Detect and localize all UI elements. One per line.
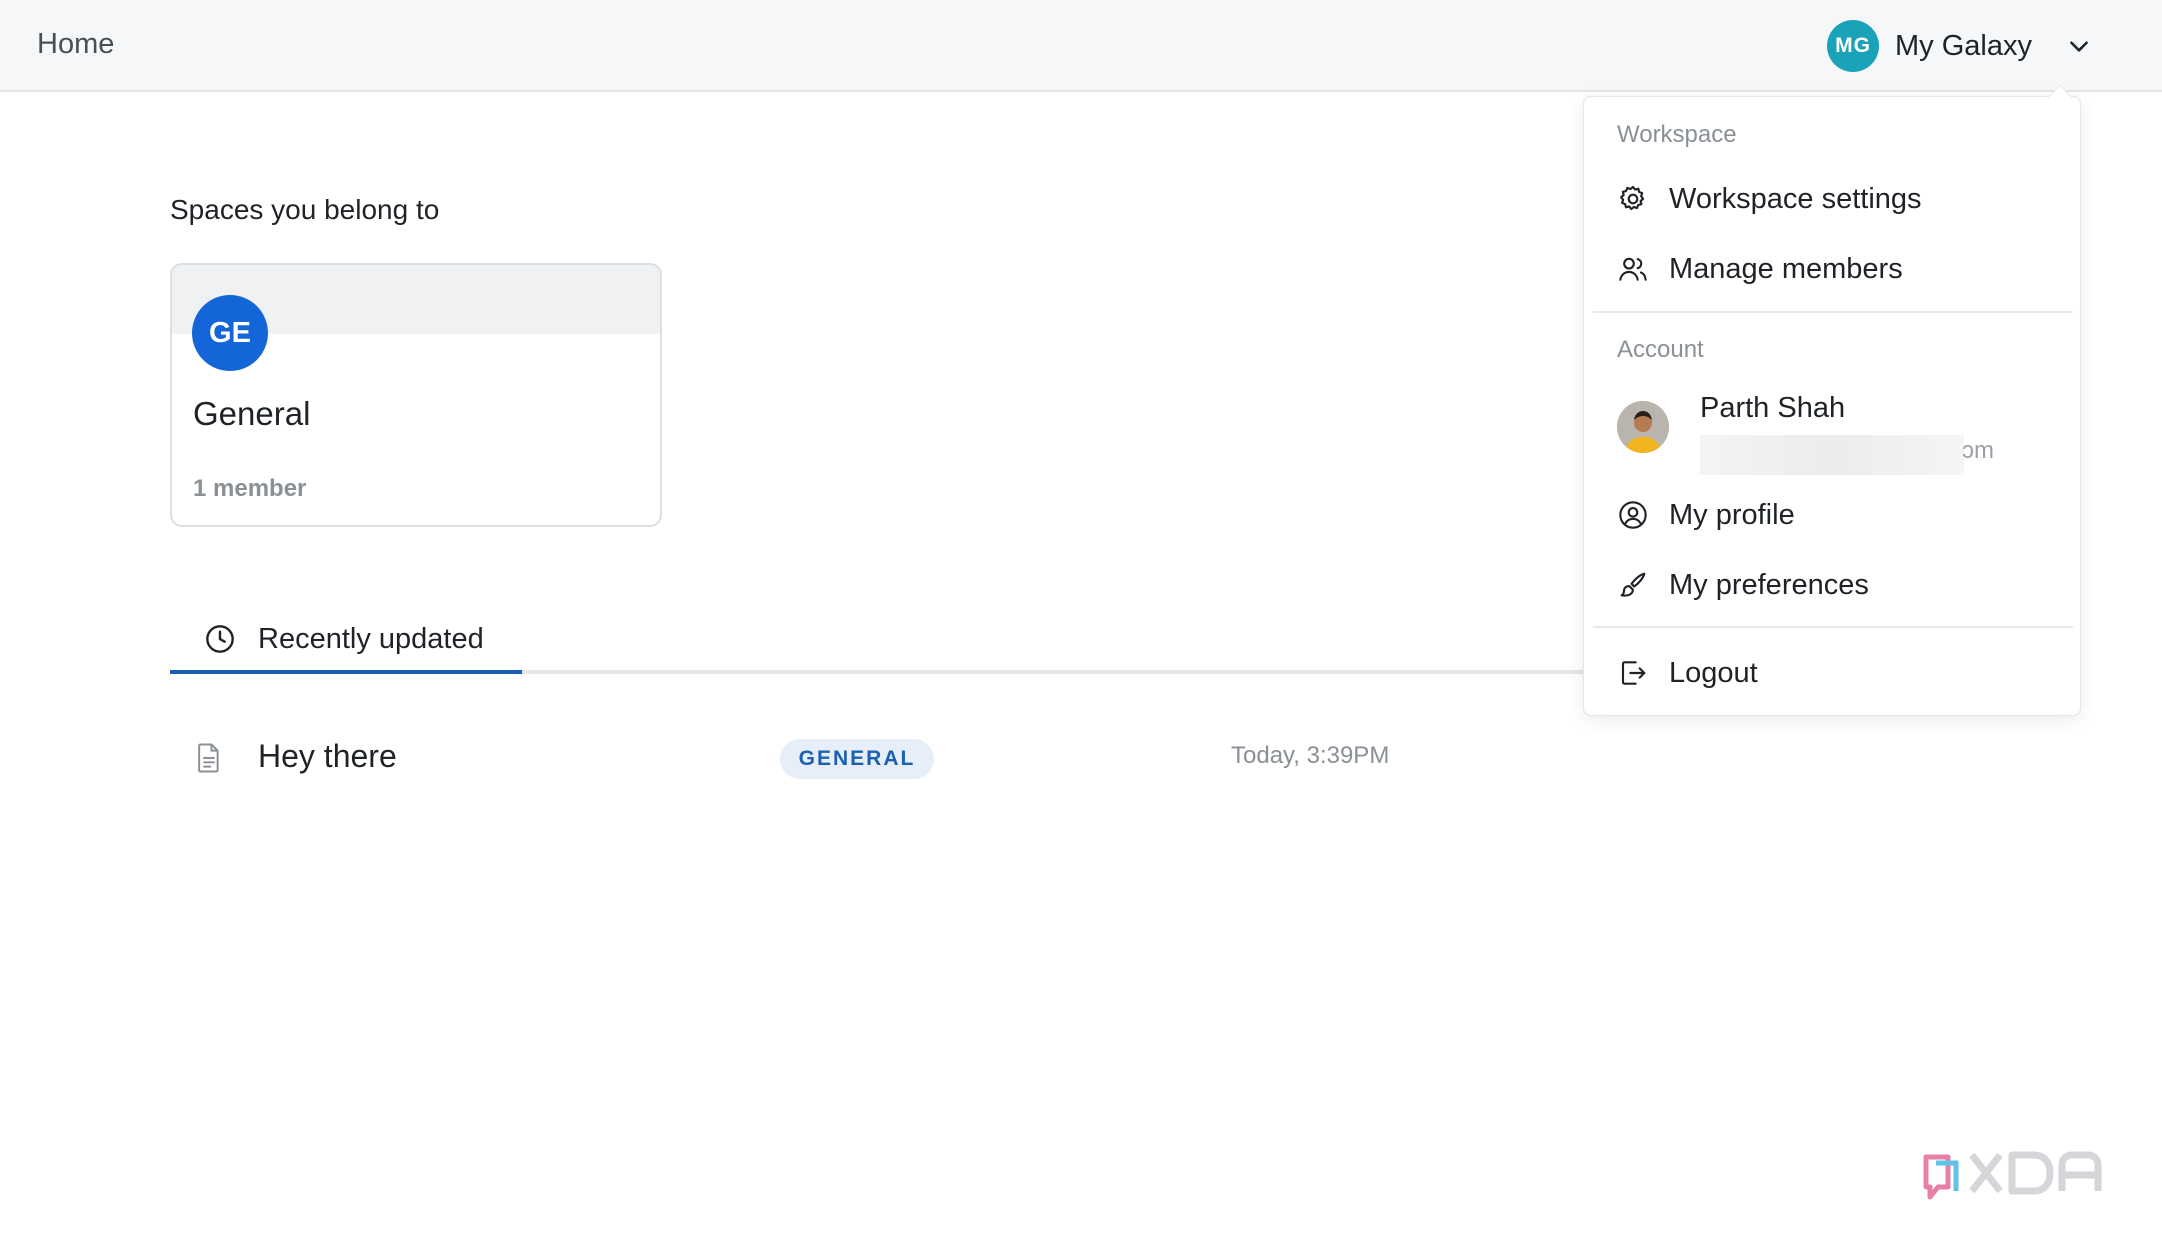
avatar	[1617, 401, 1669, 453]
top-bar: Home MG My Galaxy	[0, 0, 2162, 92]
spaces-section-title: Spaces you belong to	[170, 194, 440, 225]
menu-item-workspace-settings[interactable]: Workspace settings	[1600, 170, 2066, 228]
account-heading: Account	[1617, 336, 1704, 363]
workspace-switcher[interactable]: MG My Galaxy	[1827, 19, 2092, 73]
workspace-name: My Galaxy	[1895, 29, 2032, 62]
active-tab-indicator	[170, 670, 522, 674]
space-card-general[interactable]: GE General 1 member	[170, 263, 662, 527]
table-row[interactable]: Hey there GENERAL Today, 3:39PM	[170, 720, 1590, 796]
menu-item-label: My profile	[1669, 498, 1795, 531]
gear-icon	[1620, 185, 1645, 211]
menu-divider	[1593, 626, 2073, 628]
tab-recently-updated[interactable]: Recently updated	[170, 604, 522, 674]
space-name: General	[193, 395, 311, 432]
user-photo	[1617, 401, 1669, 453]
menu-item-label: Workspace settings	[1669, 182, 1922, 215]
menu-item-logout[interactable]: Logout	[1600, 644, 2066, 702]
menu-item-my-profile[interactable]: My profile	[1600, 486, 2066, 544]
menu-item-manage-members[interactable]: Manage members	[1600, 240, 2066, 298]
clock-icon	[206, 625, 234, 653]
space-badge: GENERAL	[780, 739, 934, 779]
user-name: Parth Shah	[1700, 392, 1846, 424]
chevron-down-icon	[2070, 41, 2088, 52]
workspace-avatar: MG	[1827, 20, 1879, 72]
doc-updated-time: Today, 3:39PM	[1231, 742, 1390, 769]
workspace-heading: Workspace	[1617, 121, 1737, 148]
menu-item-label: My preferences	[1669, 568, 1869, 601]
doc-title[interactable]: Hey there	[258, 738, 397, 775]
tab-label: Recently updated	[258, 622, 484, 655]
user-email-tail: ɔm	[1962, 437, 1994, 464]
menu-divider	[1593, 311, 2073, 313]
user-circle-icon	[1619, 501, 1647, 529]
home-link[interactable]: Home	[37, 28, 114, 61]
brush-icon	[1620, 572, 1646, 597]
document-icon	[198, 743, 219, 773]
menu-item-label: Logout	[1669, 656, 1758, 689]
menu-item-my-preferences[interactable]: My preferences	[1600, 556, 2066, 614]
space-member-count: 1 member	[193, 475, 307, 502]
menu-item-label: Manage members	[1669, 252, 1903, 285]
workspace-dropdown-menu: Workspace Workspace settings Manage memb…	[1583, 84, 2081, 716]
xda-logo	[1923, 1151, 2102, 1200]
redacted-email	[1700, 435, 1964, 475]
users-icon	[1619, 257, 1647, 281]
space-avatar: GE	[192, 295, 268, 371]
logout-icon	[1621, 661, 1646, 685]
